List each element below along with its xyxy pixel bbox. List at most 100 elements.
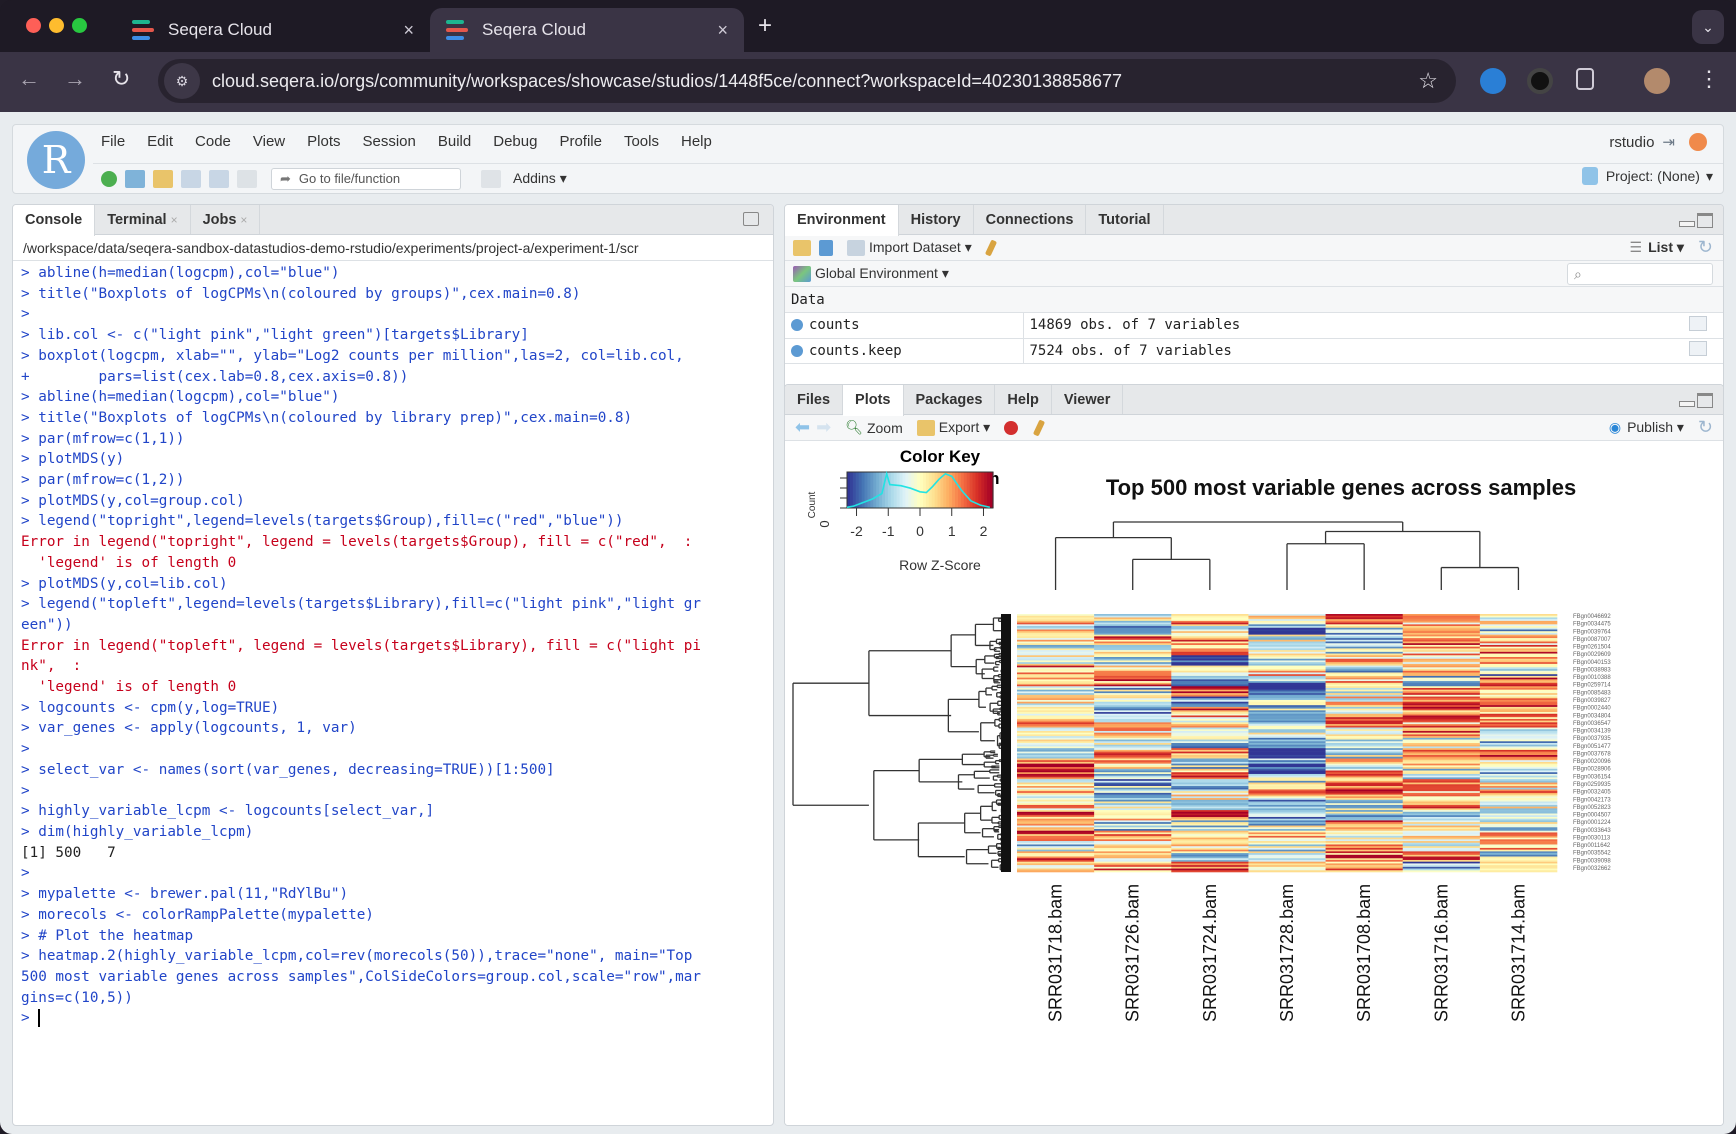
tab-help[interactable]: Help: [995, 385, 1052, 414]
menu-tools[interactable]: Tools: [624, 133, 659, 150]
new-tab-button[interactable]: +: [758, 12, 772, 40]
heatmap-cell: [1094, 686, 1172, 689]
refresh-icon[interactable]: ↻: [1698, 417, 1713, 438]
browser-tab[interactable]: Seqera Cloud ×: [116, 8, 430, 52]
sign-out-icon[interactable]: ⇥: [1662, 133, 1675, 151]
forward-icon[interactable]: →: [64, 66, 86, 92]
tab-packages[interactable]: Packages: [904, 385, 996, 414]
clear-broom-icon[interactable]: [984, 238, 997, 257]
refresh-icon[interactable]: ↻: [1698, 237, 1713, 258]
tab-plots[interactable]: Plots: [843, 385, 904, 416]
close-tab-icon[interactable]: ×: [717, 20, 728, 41]
heatmap-cell: [1479, 777, 1558, 780]
publish-menu[interactable]: Publish ▾: [1627, 419, 1684, 436]
address-bar[interactable]: ⚙ cloud.seqera.io/orgs/community/workspa…: [158, 59, 1456, 103]
go-to-file-input[interactable]: ➦ Go to file/function: [271, 167, 461, 190]
maximize-pane-icon[interactable]: [1697, 213, 1713, 228]
print-icon[interactable]: [237, 169, 257, 188]
tab-connections[interactable]: Connections: [974, 205, 1087, 234]
menu-build[interactable]: Build: [438, 133, 471, 150]
zoom-window-button[interactable]: [72, 18, 87, 33]
close-icon[interactable]: ×: [240, 213, 247, 227]
addins-menu[interactable]: Addins ▾: [513, 170, 567, 187]
heatmap-cell: [1479, 713, 1558, 716]
power-icon[interactable]: [1689, 133, 1707, 151]
heatmap-cell: [1171, 737, 1249, 740]
env-row[interactable]: counts.keep 7524 obs. of 7 variables: [785, 338, 1723, 364]
console-output[interactable]: > abline(h=median(logcpm),col="blue") > t…: [13, 261, 773, 1029]
save-icon[interactable]: [181, 169, 201, 188]
tab-environment[interactable]: Environment: [785, 205, 899, 236]
menu-plots[interactable]: Plots: [307, 133, 340, 150]
working-directory[interactable]: /workspace/data/seqera-sandbox-datastudi…: [13, 235, 773, 261]
menu-debug[interactable]: Debug: [493, 133, 537, 150]
menu-view[interactable]: View: [253, 133, 285, 150]
minimize-pane-icon[interactable]: [1679, 221, 1695, 227]
save-all-icon[interactable]: [209, 169, 229, 188]
heatmap-cell: [1248, 705, 1326, 708]
heatmap-cell: [1248, 725, 1326, 728]
project-menu[interactable]: Project: (None) ▾: [1581, 167, 1713, 185]
menu-edit[interactable]: Edit: [147, 133, 173, 150]
menu-session[interactable]: Session: [363, 133, 416, 150]
extension-icon[interactable]: [1527, 68, 1553, 94]
more-menu-icon[interactable]: ⋮: [1698, 66, 1720, 92]
heatmap-cell: [1171, 806, 1249, 809]
tab-viewer[interactable]: Viewer: [1052, 385, 1124, 414]
heatmap-cell: [1325, 614, 1404, 617]
console-prompt[interactable]: >: [21, 1008, 773, 1029]
close-window-button[interactable]: [26, 18, 41, 33]
previous-plot-icon[interactable]: ⬅: [795, 417, 810, 438]
view-data-icon[interactable]: [1689, 341, 1707, 356]
back-icon[interactable]: ←: [18, 66, 40, 92]
menu-code[interactable]: Code: [195, 133, 231, 150]
export-menu[interactable]: Export ▾: [939, 419, 990, 436]
tab-search-button[interactable]: ⌄: [1692, 10, 1724, 44]
heatmap-cell: [1248, 772, 1326, 775]
close-tab-icon[interactable]: ×: [403, 20, 414, 41]
menu-help[interactable]: Help: [681, 133, 712, 150]
scope-dropdown[interactable]: Global Environment ▾: [815, 265, 949, 282]
tab-tutorial[interactable]: Tutorial: [1086, 205, 1164, 234]
new-file-icon[interactable]: [101, 170, 117, 187]
zoom-button[interactable]: Zoom: [867, 420, 903, 436]
environment-search-input[interactable]: ⌕: [1567, 262, 1713, 285]
reload-icon[interactable]: ↻: [112, 66, 130, 92]
view-data-icon[interactable]: [1689, 315, 1707, 331]
import-dataset-button[interactable]: Import Dataset ▾: [869, 239, 972, 256]
env-row[interactable]: counts 14869 obs. of 7 variables: [785, 313, 1723, 339]
open-file-icon[interactable]: [153, 169, 173, 188]
close-icon[interactable]: ×: [171, 213, 178, 227]
tab-terminal[interactable]: Terminal ×: [95, 205, 191, 234]
console-input-line: > heatmap.2(highly_variable_lcpm,col=rev…: [21, 948, 693, 965]
save-workspace-icon[interactable]: [819, 239, 833, 256]
load-workspace-icon[interactable]: [793, 239, 811, 256]
menu-file[interactable]: File: [101, 133, 125, 150]
heatmap-cell: [1248, 615, 1326, 618]
expand-icon[interactable]: [791, 319, 803, 332]
profile-avatar[interactable]: [1644, 68, 1670, 94]
bookmark-star-icon[interactable]: ☆: [1418, 68, 1438, 94]
tab-files[interactable]: Files: [785, 385, 844, 414]
tab-jobs[interactable]: Jobs ×: [191, 205, 261, 234]
menu-profile[interactable]: Profile: [559, 133, 602, 150]
tab-console[interactable]: Console: [13, 205, 96, 236]
clear-plots-broom-icon[interactable]: [1033, 418, 1046, 437]
new-project-icon[interactable]: [125, 169, 145, 188]
password-manager-icon[interactable]: [1480, 68, 1506, 94]
maximize-pane-icon[interactable]: [1697, 393, 1713, 408]
site-settings-icon[interactable]: ⚙: [164, 63, 200, 99]
expand-icon[interactable]: [791, 344, 803, 357]
heatmap-cell: [1402, 760, 1481, 763]
url-text[interactable]: cloud.seqera.io/orgs/community/workspace…: [212, 71, 1122, 92]
view-mode-dropdown[interactable]: List ▾: [1648, 239, 1684, 256]
tab-history[interactable]: History: [899, 205, 974, 234]
pane-layout-icon[interactable]: [481, 169, 501, 188]
extensions-puzzle-icon[interactable]: [1576, 68, 1594, 90]
browser-tab-active[interactable]: Seqera Cloud ×: [430, 8, 744, 52]
restore-pane-icon[interactable]: [743, 212, 759, 226]
next-plot-icon[interactable]: ➡: [816, 417, 831, 438]
minimize-pane-icon[interactable]: [1679, 401, 1695, 407]
minimize-window-button[interactable]: [49, 18, 64, 33]
remove-plot-icon[interactable]: [1004, 420, 1019, 435]
